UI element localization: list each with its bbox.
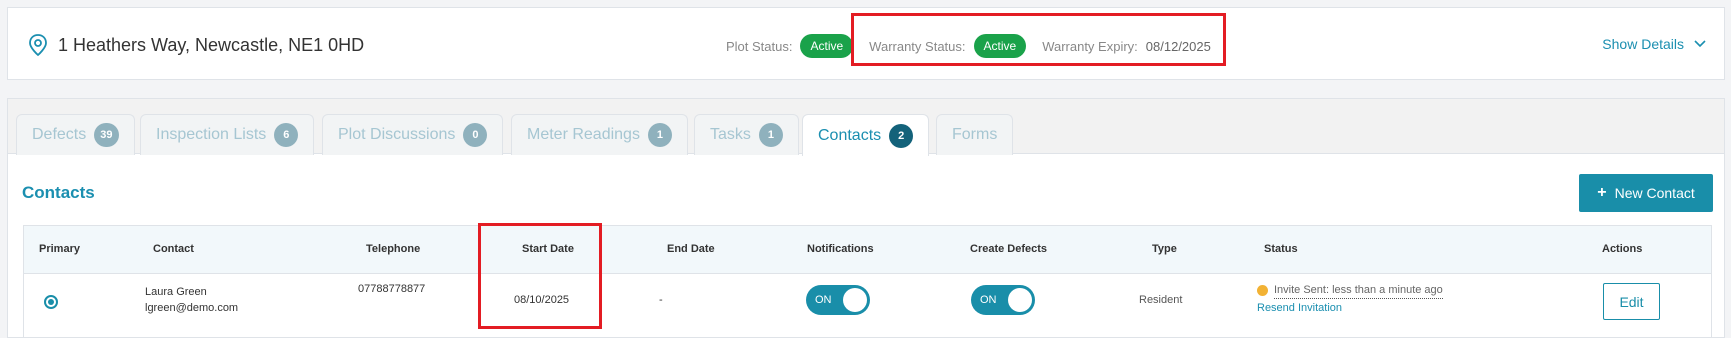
address-text: 1 Heathers Way, Newcastle, NE1 0HD <box>58 34 365 55</box>
tab-count-badge: 2 <box>889 123 914 148</box>
create-defects-toggle[interactable]: ON <box>971 285 1035 315</box>
toggle-label: ON <box>815 294 832 306</box>
tab-count-badge: 1 <box>647 123 672 147</box>
toggle-knob <box>843 288 867 312</box>
tab-forms[interactable]: Forms <box>936 114 1014 155</box>
column-header[interactable]: Status <box>1264 243 1298 255</box>
toggle-knob <box>1008 288 1032 312</box>
tab-label: Defects <box>32 126 87 143</box>
show-details-label: Show Details <box>1602 36 1684 52</box>
section-title: Contacts <box>22 183 95 202</box>
warranty-highlight-box <box>851 13 1226 66</box>
tab-label: Tasks <box>710 126 751 143</box>
column-header[interactable]: Telephone <box>366 243 420 255</box>
tab-defects[interactable]: Defects 39 <box>16 114 135 155</box>
new-contact-button[interactable]: + New Contact <box>1579 174 1713 212</box>
plus-icon: + <box>1597 184 1607 201</box>
notifications-toggle[interactable]: ON <box>806 285 870 315</box>
tab-label: Forms <box>952 126 998 143</box>
resend-invitation-link[interactable]: Resend Invitation <box>1257 302 1342 314</box>
edit-contact-button[interactable]: Edit <box>1603 283 1660 320</box>
plot-address: 1 Heathers Way, Newcastle, NE1 0HD <box>28 34 364 56</box>
pending-status-icon <box>1257 284 1268 296</box>
tab-count-badge: 39 <box>94 123 119 147</box>
column-header[interactable]: End Date <box>667 243 715 255</box>
contacts-table: Primary Contact Telephone Start Date End… <box>23 225 1712 338</box>
invite-status-text: Invite Sent: less than a minute ago <box>1274 284 1443 299</box>
plot-status-label: Plot Status: <box>726 38 793 54</box>
contact-email: lgreen@demo.com <box>145 302 239 314</box>
primary-radio[interactable] <box>44 295 58 309</box>
tab-bar: Defects 39 Inspection Lists 6 Plot Discu… <box>8 99 1724 156</box>
tab-count-badge: 0 <box>463 123 488 147</box>
tab-inspection-lists[interactable]: Inspection Lists 6 <box>140 114 315 155</box>
plot-detail-panel: Defects 39 Inspection Lists 6 Plot Discu… <box>7 98 1725 338</box>
contact-type: Resident <box>1139 294 1183 306</box>
invite-status: Invite Sent: less than a minute ago <box>1257 284 1443 299</box>
tab-label: Contacts <box>818 126 882 144</box>
column-header[interactable]: Primary <box>39 243 80 255</box>
tab-count-badge: 6 <box>274 123 299 147</box>
column-header[interactable]: Notifications <box>807 243 874 255</box>
table-row: Laura Green lgreen@demo.com 07788778877 … <box>24 274 1711 324</box>
end-date: - <box>659 294 663 306</box>
column-header: Actions <box>1602 243 1643 255</box>
contact-name: Laura Green <box>145 286 207 298</box>
column-header[interactable]: Type <box>1152 243 1177 255</box>
tab-count-badge: 1 <box>758 123 783 147</box>
show-details-toggle[interactable]: Show Details <box>1602 36 1706 52</box>
column-header[interactable]: Create Defects <box>970 243 1047 255</box>
tab-contacts[interactable]: Contacts 2 <box>802 114 930 156</box>
column-header[interactable]: Contact <box>153 243 194 255</box>
plot-status-badge: Active <box>800 34 854 58</box>
tab-meter-readings[interactable]: Meter Readings 1 <box>511 114 688 155</box>
tab-label: Inspection Lists <box>156 126 267 143</box>
tab-label: Plot Discussions <box>338 126 456 143</box>
new-contact-label: New Contact <box>1614 185 1695 201</box>
tab-plot-discussions[interactable]: Plot Discussions 0 <box>322 114 504 155</box>
location-pin-icon <box>29 34 47 56</box>
tab-tasks[interactable]: Tasks 1 <box>694 114 799 155</box>
start-date-highlight-box <box>478 223 602 329</box>
tab-label: Meter Readings <box>527 126 640 143</box>
toggle-label: ON <box>980 294 997 306</box>
chevron-down-icon <box>1694 40 1706 48</box>
contact-telephone: 07788778877 <box>358 283 426 295</box>
table-header: Primary Contact Telephone Start Date End… <box>24 226 1711 274</box>
